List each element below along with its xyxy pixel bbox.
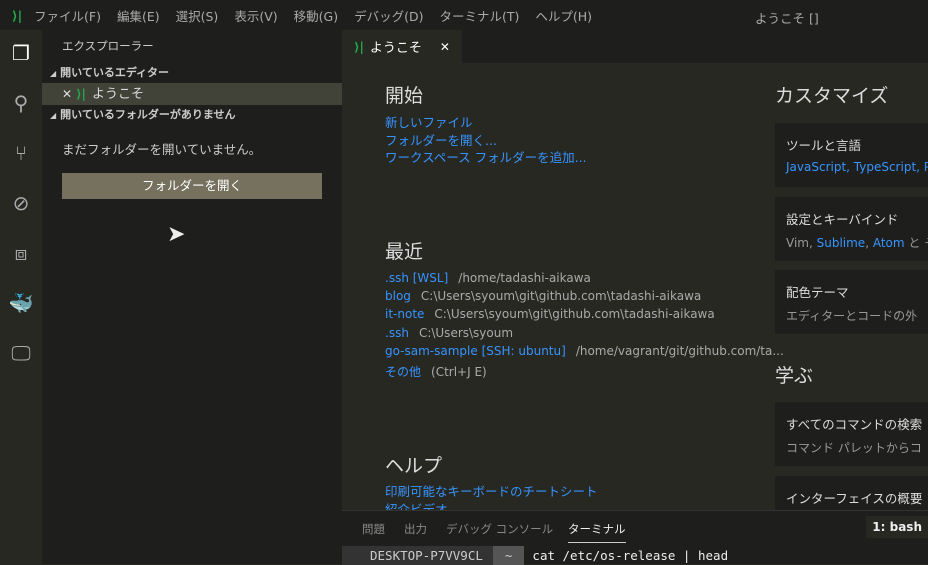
recent-item[interactable]: .ssh C:\Users\syoum xyxy=(385,324,784,342)
menu-debug[interactable]: デバッグ(D) xyxy=(354,9,423,24)
terminal-command: cat /etc/os-release | head xyxy=(532,547,729,563)
card-desc: エディターとコードの外 xyxy=(786,309,918,323)
explorer-sidebar: エクスプローラー ◢ 開いているエディター ✕ ⟩| ようこそ ◢ 開いているフォルダー… xyxy=(42,30,342,564)
menu-go[interactable]: 移動(G) xyxy=(294,9,338,24)
atom-link[interactable]: Atom xyxy=(873,236,905,250)
card-title: 配色テーマ xyxy=(786,285,849,300)
desc-text: と そ xyxy=(908,236,928,250)
menu-view[interactable]: 表示(V) xyxy=(234,9,277,24)
tab-terminal[interactable]: ターミナル xyxy=(568,521,626,543)
sublime-link[interactable]: Sublime xyxy=(817,236,866,250)
card-title: ツールと言語 xyxy=(786,138,862,153)
menu-file[interactable]: ファイル(F) xyxy=(34,9,101,24)
section-label: 開いているエディター xyxy=(60,66,170,79)
learn-heading: 学ぶ xyxy=(775,365,814,387)
extensions-icon[interactable]: ⧈ xyxy=(6,238,36,268)
help-heading: ヘルプ xyxy=(385,455,443,477)
vscode-logo-icon: ⟩| xyxy=(11,7,23,23)
settings-keybindings-card[interactable]: 設定とキーバインド Vim, Sublime, Atom と そ xyxy=(775,197,928,261)
recent-name[interactable]: .ssh xyxy=(385,326,409,340)
tab-welcome[interactable]: ⟩| ようこそ ✕ xyxy=(342,30,462,63)
open-editor-item[interactable]: ✕ ⟩| ようこそ xyxy=(42,83,342,105)
color-theme-card[interactable]: 配色テーマエディターとコードの外 xyxy=(775,270,928,334)
menu-terminal[interactable]: ターミナル(T) xyxy=(439,9,519,24)
keyboard-cheatsheet-link[interactable]: 印刷可能なキーボードのチートシート xyxy=(385,483,598,501)
desc-text: Vim, xyxy=(786,236,817,250)
more-recent-link[interactable]: その他 xyxy=(385,365,421,379)
recent-name[interactable]: blog xyxy=(385,289,411,303)
activity-bar: ❐ ⚲ ⑂ ⊘ ⧈ 🐳 🖵 xyxy=(0,30,42,564)
menu-help[interactable]: ヘルプ(H) xyxy=(535,9,592,24)
window-title: ようこそ [] xyxy=(755,11,819,26)
tab-label: ようこそ xyxy=(369,41,422,56)
card-title: インターフェイスの概要 xyxy=(786,491,923,506)
intro-videos-link[interactable]: 紹介ビデオ xyxy=(385,501,598,511)
recent-path: /home/tadashi-aikawa xyxy=(458,271,591,285)
prompt-dir: ~ xyxy=(492,545,525,565)
recent-item[interactable]: it-note C:\Users\syoum\git\github.com\tad… xyxy=(385,305,784,323)
tab-output[interactable]: 出力 xyxy=(404,521,427,537)
menu-selection[interactable]: 選択(S) xyxy=(176,9,219,24)
empty-message: まだフォルダーを開いていません。 xyxy=(62,142,262,157)
search-icon[interactable]: ⚲ xyxy=(6,88,36,118)
interface-overview-card[interactable]: インターフェイスの概要 xyxy=(775,476,928,510)
recent-name[interactable]: it-note xyxy=(385,307,424,321)
vscode-file-icon: ⟩| xyxy=(354,39,364,54)
tab-bar: ⟩| ようこそ ✕ xyxy=(342,30,928,63)
debug-icon[interactable]: ⊘ xyxy=(6,188,36,218)
recent-path: C:\Users\syoum\git\github.com\tadashi-ai… xyxy=(434,307,715,322)
open-folder-button[interactable]: フォルダーを開く xyxy=(62,173,322,199)
collapse-icon: ◢ xyxy=(50,111,57,120)
prompt-host: DESKTOP-P7VV9CL xyxy=(342,545,493,565)
terminal-select[interactable]: 1: bash xyxy=(866,516,928,538)
more-shortcut: (Ctrl+J E) xyxy=(431,365,487,380)
customize-heading: カスタマイズ xyxy=(775,85,889,107)
recent-path: C:\Users\syoum\git\github.com\tadashi-ai… xyxy=(420,289,702,304)
tab-problems[interactable]: 問題 xyxy=(362,521,385,537)
card-title: すべてのコマンドの検索 xyxy=(786,417,923,432)
recent-item[interactable]: blog C:\Users\syoum\git\github.com\tadash… xyxy=(385,287,784,305)
card-title: 設定とキーバインド xyxy=(786,212,899,227)
recent-item[interactable]: go-sam-sample [SSH: ubuntu] /home/vagrant… xyxy=(385,342,784,360)
card-desc: コマンド パレットからコ xyxy=(786,441,922,455)
recent-heading: 最近 xyxy=(385,241,424,263)
desc-sep: , xyxy=(865,236,873,250)
open-folder-link[interactable]: フォルダーを開く... xyxy=(385,132,587,150)
collapse-icon: ◢ xyxy=(50,69,57,78)
recent-name[interactable]: go-sam-sample [SSH: ubuntu] xyxy=(385,344,566,358)
menu-edit[interactable]: 編集(E) xyxy=(117,9,160,24)
open-editors-section[interactable]: ◢ 開いているエディター xyxy=(42,63,342,83)
recent-path: /home/vagrant/git/github.com/ta... xyxy=(575,343,784,358)
bottom-panel: 問題 出力 デバッグ コンソール ターミナル 1: bash DESKTOP-P… xyxy=(342,510,928,565)
welcome-page: 開始 新しいファイル フォルダーを開く... ワークスペース フォルダーを追加.… xyxy=(342,63,928,510)
source-control-icon[interactable]: ⑂ xyxy=(6,138,36,168)
sidebar-title: エクスプローラー xyxy=(62,39,154,53)
terminal-content[interactable]: DESKTOP-P7VV9CL ~ cat /etc/os-release | he… xyxy=(342,545,728,565)
tab-debug-console[interactable]: デバッグ コンソール xyxy=(446,521,553,537)
menu-bar: ファイル(F) 編集(E) 選択(S) 表示(V) 移動(G) デバッグ(D) ターミナル(… xyxy=(34,6,608,25)
card-desc: JavaScript, TypeScript, Py xyxy=(786,160,928,174)
remote-explorer-icon[interactable]: 🖵 xyxy=(6,338,36,368)
card-desc: Vim, Sublime, Atom と そ xyxy=(786,234,928,251)
title-bar: ⟩| ファイル(F) 編集(E) 選択(S) 表示(V) 移動(G) デバッグ(D) ターミ… xyxy=(0,0,928,30)
vscode-file-icon: ⟩| xyxy=(76,87,86,101)
new-file-link[interactable]: 新しいファイル xyxy=(385,114,587,132)
mouse-cursor-icon: ➤ xyxy=(167,222,186,247)
find-commands-card[interactable]: すべてのコマンドの検索 コマンド パレットからコ xyxy=(775,402,928,466)
close-icon[interactable]: ✕ xyxy=(62,87,72,101)
tools-languages-card[interactable]: ツールと言語 JavaScript, TypeScript, Py xyxy=(775,123,928,187)
add-workspace-folder-link[interactable]: ワークスペース フォルダーを追加... xyxy=(385,149,587,167)
section-label: 開いているフォルダーがありません xyxy=(60,108,236,121)
recent-name[interactable]: .ssh [WSL] xyxy=(385,271,448,285)
item-label: ようこそ xyxy=(91,87,144,102)
start-heading: 開始 xyxy=(385,85,424,107)
explorer-icon[interactable]: ❐ xyxy=(6,38,36,68)
no-folder-section[interactable]: ◢ 開いているフォルダーがありません xyxy=(42,105,342,125)
recent-item[interactable]: .ssh [WSL] /home/tadashi-aikawa xyxy=(385,269,784,287)
recent-path: C:\Users\syoum xyxy=(418,325,514,340)
recent-list: .ssh [WSL] /home/tadashi-aikawa blog C:\Us… xyxy=(385,269,784,381)
docker-icon[interactable]: 🐳 xyxy=(6,288,36,318)
close-icon[interactable]: ✕ xyxy=(440,40,450,54)
